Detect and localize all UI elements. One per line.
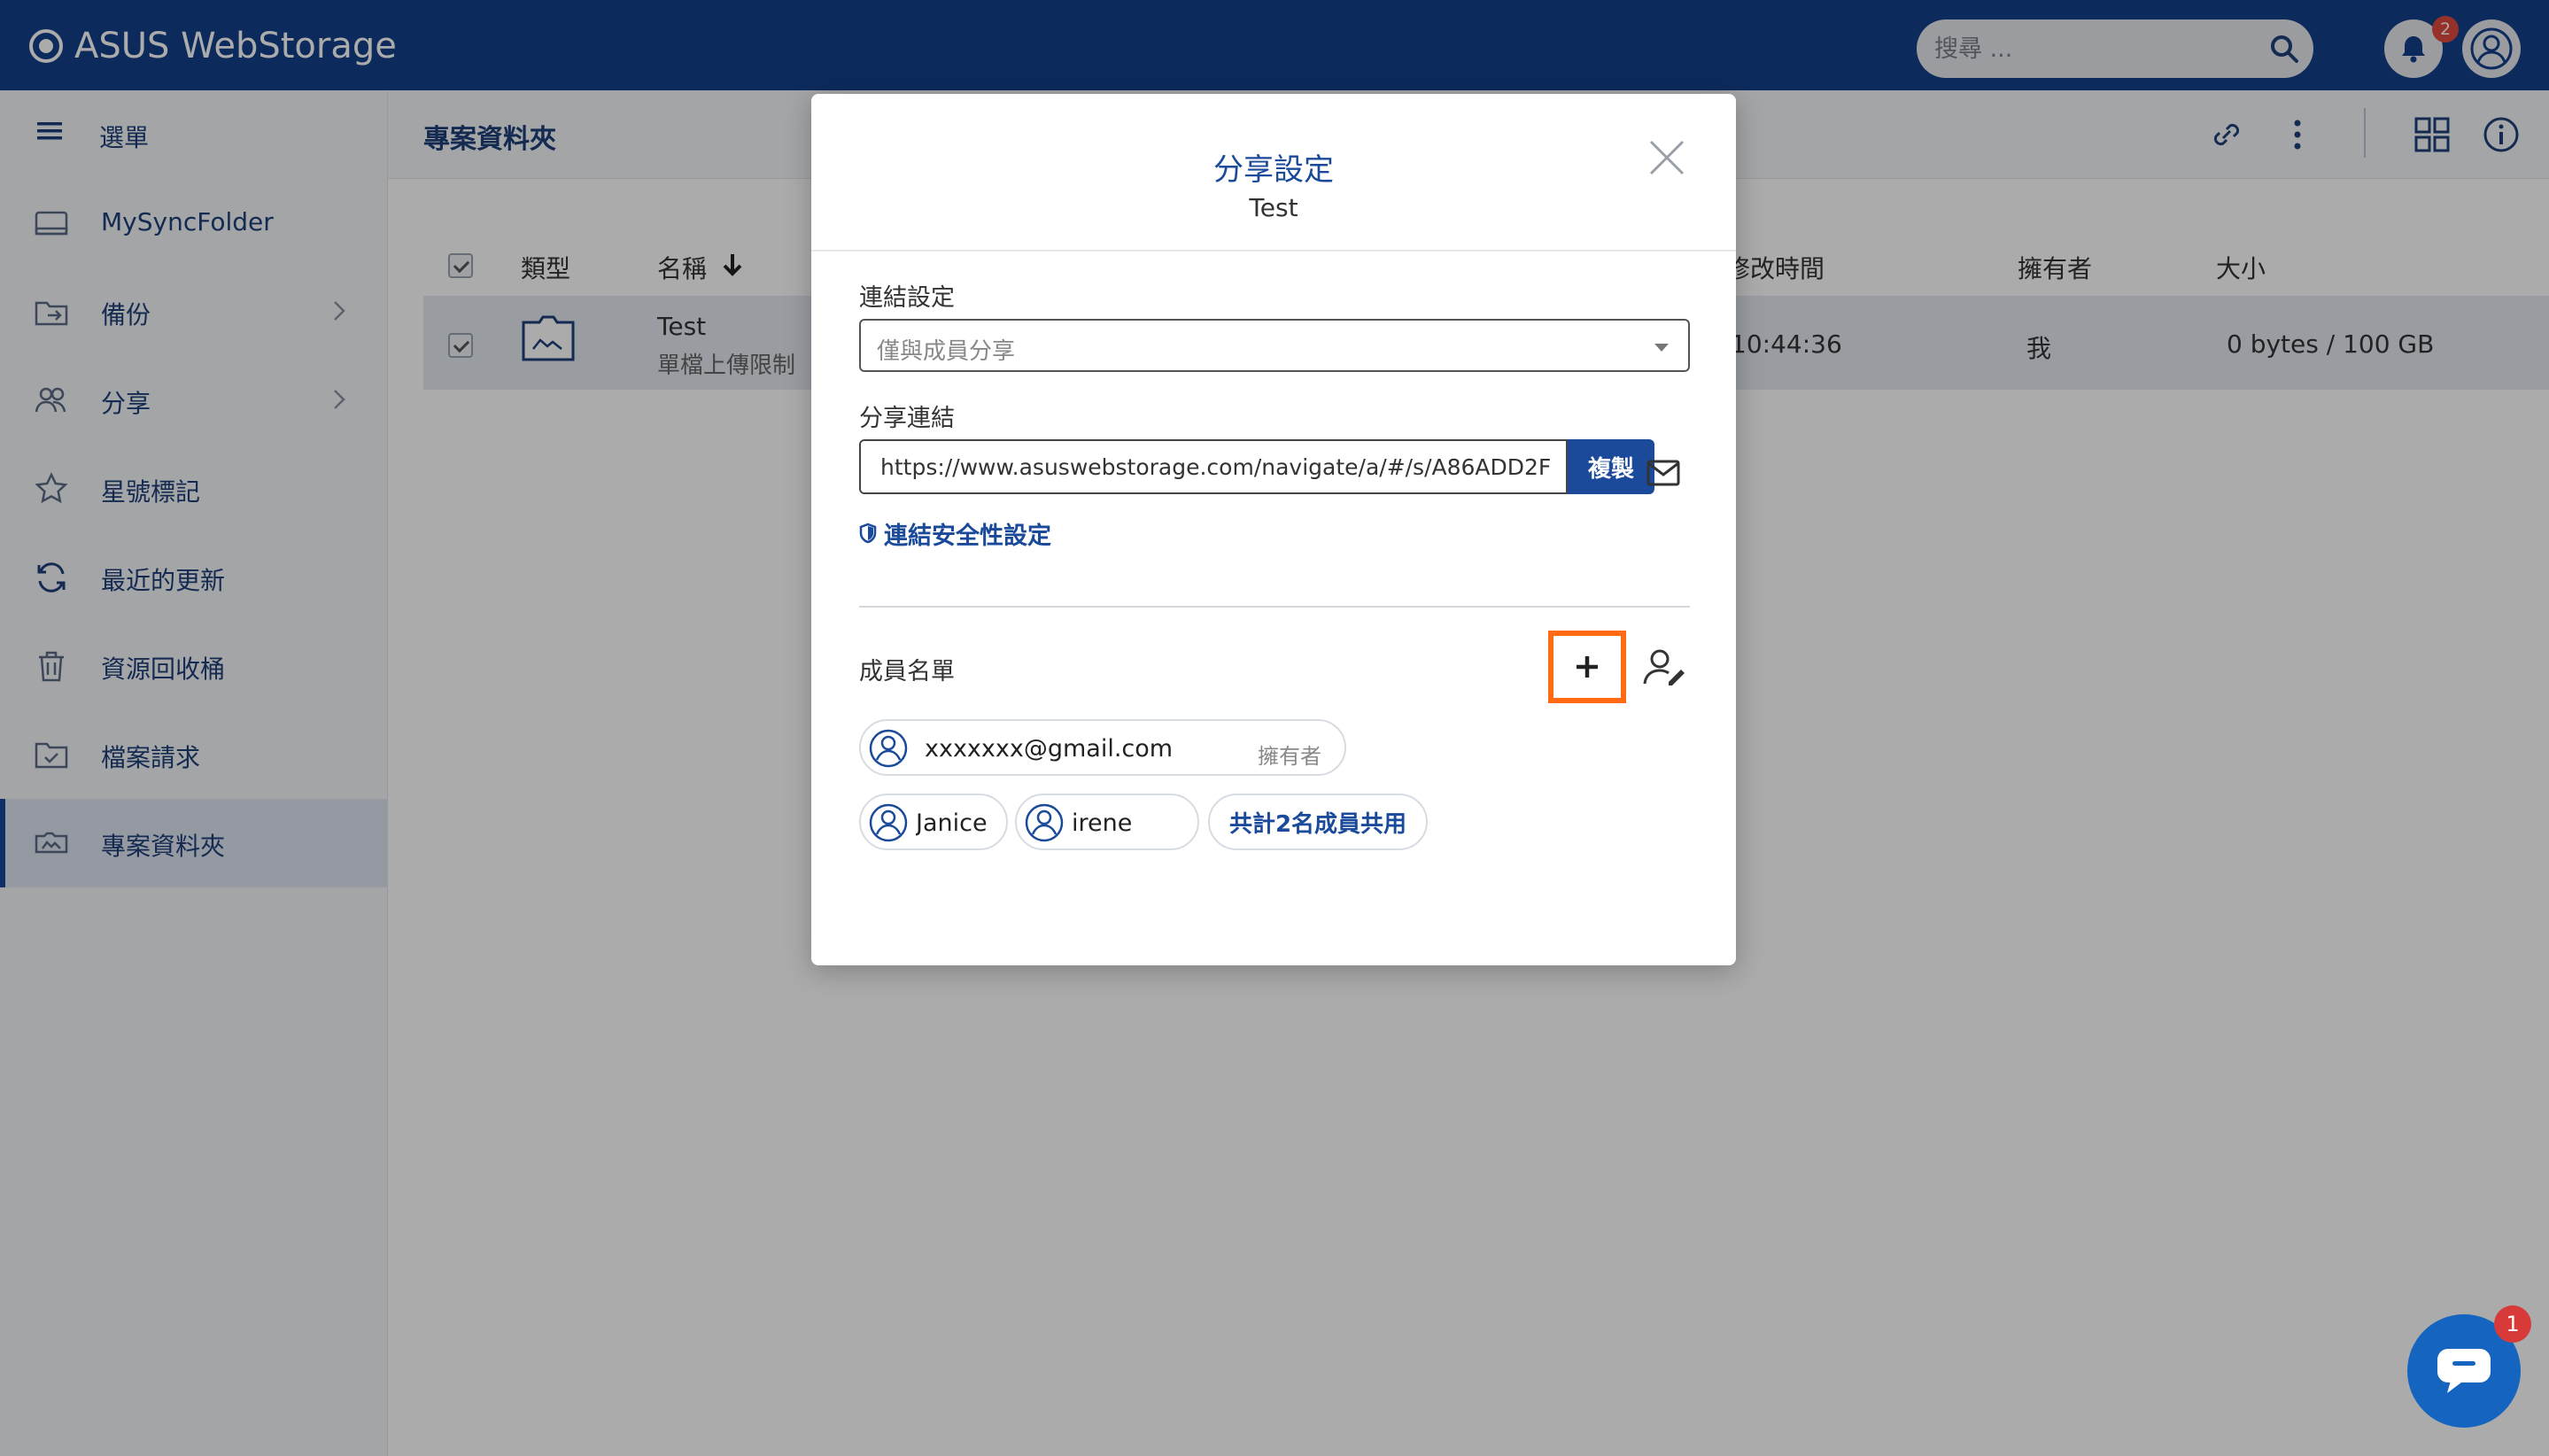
share-link-label: 分享連結: [859, 405, 955, 432]
link-settings-value: 僅與成員分享: [877, 338, 1016, 365]
shield-icon: [859, 523, 877, 544]
dialog-title: 分享設定: [1213, 152, 1334, 188]
member-chip[interactable]: irene: [1015, 794, 1199, 850]
share-link-input[interactable]: [861, 441, 1566, 492]
edit-members-icon[interactable]: [1642, 647, 1688, 689]
member-chip[interactable]: Janice: [859, 794, 1008, 850]
link-settings-label: 連結設定: [859, 284, 955, 312]
close-icon[interactable]: [1646, 136, 1688, 179]
copy-link-button[interactable]: 複製: [1568, 439, 1654, 494]
section-divider: [859, 606, 1690, 608]
members-label: 成員名單: [859, 658, 955, 685]
member-role: 擁有者: [1258, 744, 1321, 769]
member-name: xxxxxxx@gmail.com: [925, 735, 1174, 763]
chat-badge: 1: [2494, 1305, 2531, 1343]
user-avatar-icon: [869, 729, 908, 768]
member-name: Janice: [916, 809, 988, 837]
dialog-subtitle: Test: [1249, 193, 1298, 222]
share-settings-dialog: 分享設定 Test 連結設定 僅與成員分享 分享連結 複製 連結安全性設定 成員…: [811, 94, 1736, 965]
user-avatar-icon: [869, 803, 908, 842]
dialog-divider: [811, 250, 1736, 252]
chevron-down-icon: [1654, 344, 1669, 352]
member-chip-owner[interactable]: xxxxxxx@gmail.com 擁有者: [859, 719, 1346, 776]
share-link-field[interactable]: [859, 439, 1568, 494]
link-security-settings[interactable]: 連結安全性設定: [859, 515, 1051, 551]
user-avatar-icon: [1025, 803, 1064, 842]
total-members-badge[interactable]: 共計2名成員共用: [1208, 794, 1428, 850]
email-icon[interactable]: [1644, 453, 1683, 492]
plus-icon: [1577, 656, 1598, 678]
chat-icon: [2437, 1349, 2491, 1393]
link-security-label: 連結安全性設定: [884, 522, 1051, 550]
link-settings-select[interactable]: 僅與成員分享: [859, 319, 1690, 372]
add-member-button[interactable]: [1548, 631, 1626, 703]
member-name: irene: [1072, 809, 1133, 837]
